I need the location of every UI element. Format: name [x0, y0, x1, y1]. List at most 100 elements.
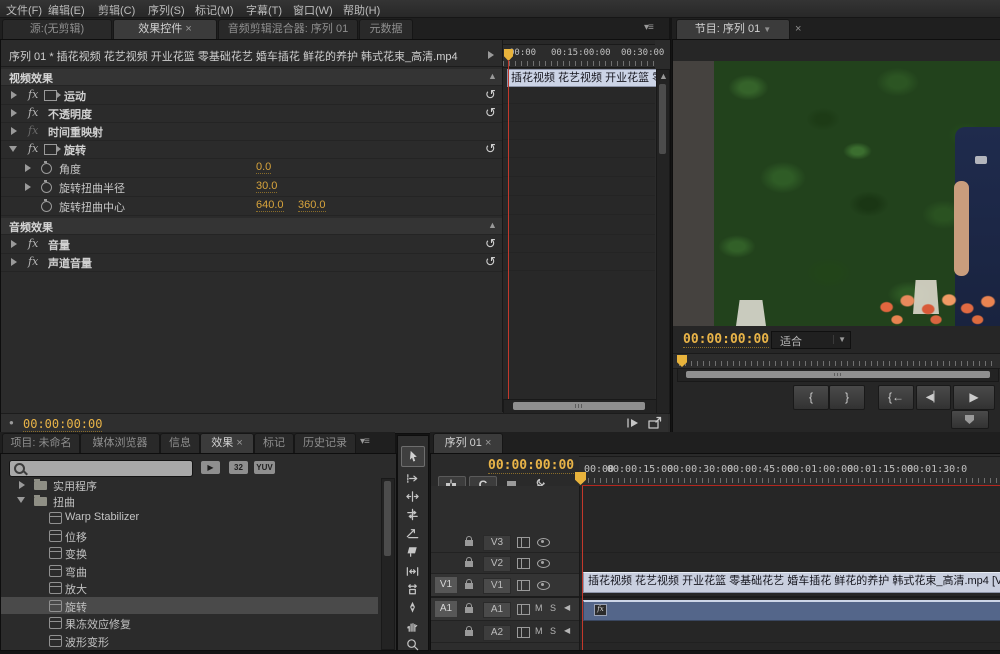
- tab-audio-mixer[interactable]: 音频剪辑混合器: 序列 01: [218, 19, 358, 39]
- tool-ripple-edit[interactable]: [401, 487, 423, 506]
- tab-media-browser[interactable]: 媒体浏览器: [80, 433, 160, 453]
- menu-edit[interactable]: 编辑(E): [48, 2, 85, 18]
- tool-hand[interactable]: [401, 617, 423, 636]
- toggle-animation-icon[interactable]: [41, 163, 52, 174]
- scroll-thumb[interactable]: [513, 402, 645, 410]
- yuv-effects-icon[interactable]: YUV: [254, 461, 275, 474]
- effect-row-motion[interactable]: fx 运动 ↺: [1, 86, 502, 105]
- reset-effect-icon[interactable]: ↺: [485, 142, 496, 155]
- source-patch-audio[interactable]: A1: [434, 600, 458, 618]
- menu-title[interactable]: 字幕(T): [246, 2, 282, 18]
- param-row-center[interactable]: 旋转扭曲中心 640.0 360.0: [1, 196, 502, 216]
- show-timeline-view-icon[interactable]: [488, 51, 494, 59]
- go-to-in-button[interactable]: {←: [878, 385, 914, 410]
- tab-source[interactable]: 源:(无剪辑): [2, 19, 112, 39]
- effect-item[interactable]: 变换: [1, 544, 378, 561]
- extract-button[interactable]: [951, 410, 989, 429]
- effect-row-opacity[interactable]: fx 不透明度 ↺: [1, 104, 502, 123]
- menu-clip[interactable]: 剪辑(C): [98, 2, 135, 18]
- scroll-up-icon[interactable]: ▲: [659, 71, 668, 81]
- radius-value[interactable]: 30.0: [256, 180, 277, 193]
- reset-effect-icon[interactable]: ↺: [485, 106, 496, 119]
- tab-info[interactable]: 信息: [160, 433, 200, 453]
- effect-row-volume[interactable]: fx 音量 ↺: [1, 235, 502, 254]
- tab-metadata[interactable]: 元数据: [359, 19, 413, 39]
- expand-icon[interactable]: [19, 481, 25, 489]
- close-icon[interactable]: ×: [795, 23, 801, 35]
- close-icon[interactable]: ×: [485, 437, 491, 449]
- center-y-value[interactable]: 360.0: [298, 199, 326, 212]
- program-timecode[interactable]: 00:00:00:00: [683, 332, 769, 348]
- 32bit-color-icon[interactable]: 32: [229, 461, 248, 474]
- track-header-a2[interactable]: A2 M S ◀: [431, 621, 579, 643]
- timeline-timecode[interactable]: 00:00:00:00: [488, 458, 574, 474]
- tool-track-select[interactable]: [401, 469, 423, 488]
- collapse-section-icon[interactable]: ▲: [488, 71, 497, 81]
- effect-item[interactable]: 波形变形: [1, 632, 378, 649]
- param-row-radius[interactable]: 旋转扭曲半径 30.0: [1, 177, 502, 197]
- menu-sequence[interactable]: 序列(S): [148, 2, 185, 18]
- track-header-v3[interactable]: V3: [431, 532, 579, 553]
- collapse-icon[interactable]: [17, 497, 25, 503]
- toggle-track-output-icon[interactable]: [537, 559, 550, 568]
- keyframe-prev-icon[interactable]: ◀: [564, 603, 570, 612]
- menu-help[interactable]: 帮助(H): [343, 2, 380, 18]
- reset-effect-icon[interactable]: ↺: [485, 237, 496, 250]
- set-display-style-icon[interactable]: [517, 537, 530, 548]
- tool-selection[interactable]: [401, 446, 425, 467]
- audio-effects-section[interactable]: 音频效果 ▲: [1, 218, 502, 235]
- zoom-level-select[interactable]: 适合 ▼: [771, 331, 851, 349]
- tool-slide[interactable]: [401, 580, 423, 599]
- mark-out-button[interactable]: }: [829, 385, 865, 410]
- timeline-ruler[interactable]: 00:00 00:00:15:00 00:00:30:00 00:00:45:0…: [579, 456, 1000, 488]
- tab-program[interactable]: 节目: 序列 01 ▼: [676, 19, 790, 39]
- folder-row-utility[interactable]: 实用程序: [1, 478, 378, 491]
- tool-slip[interactable]: [401, 562, 423, 581]
- solo-toggle[interactable]: S: [550, 626, 556, 636]
- lock-icon[interactable]: [465, 583, 473, 589]
- tool-pen[interactable]: [401, 598, 423, 617]
- expand-icon[interactable]: [25, 164, 31, 172]
- scroll-thumb[interactable]: [686, 371, 990, 378]
- video-effects-section[interactable]: 视频效果 ▲: [1, 69, 502, 86]
- track-header-a1[interactable]: A1 A1 M S ◀: [431, 598, 579, 621]
- lock-icon[interactable]: [465, 607, 473, 613]
- panel-menu-icon[interactable]: ▾≡: [644, 22, 653, 33]
- effect-row-twirl[interactable]: fx 旋转 ↺: [1, 140, 502, 159]
- toggle-track-output-icon[interactable]: [537, 581, 550, 590]
- effect-item-selected[interactable]: 旋转: [1, 597, 378, 614]
- effect-item[interactable]: 位移: [1, 527, 378, 544]
- param-row-angle[interactable]: 角度 0.0: [1, 158, 502, 178]
- lock-icon[interactable]: [465, 561, 473, 567]
- keyframe-prev-icon[interactable]: ◀: [564, 626, 570, 635]
- set-display-style-icon[interactable]: [517, 604, 530, 615]
- effect-row-time-remap[interactable]: fx 时间重映射: [1, 122, 502, 141]
- track-header-v2[interactable]: V2: [431, 553, 579, 574]
- set-display-style-icon[interactable]: [517, 627, 530, 638]
- reset-effect-icon[interactable]: ↺: [485, 88, 496, 101]
- expand-icon[interactable]: [11, 240, 17, 248]
- step-back-button[interactable]: ◀▏: [916, 385, 951, 410]
- ecp-mini-timeline[interactable]: 00:00 00:15:00:00 00:30:00 插花视频 花艺视频 开业花…: [503, 40, 655, 412]
- program-video-preview[interactable]: [714, 61, 1000, 326]
- tab-markers[interactable]: 标记: [254, 433, 294, 453]
- ecp-timecode[interactable]: 00:00:00:00: [23, 417, 102, 432]
- expand-icon[interactable]: [11, 109, 17, 117]
- mute-toggle[interactable]: M: [535, 626, 543, 636]
- collapse-section-icon[interactable]: ▲: [488, 220, 497, 230]
- effect-item[interactable]: 放大: [1, 579, 378, 596]
- tab-project[interactable]: 项目: 未命名: [2, 433, 80, 453]
- effects-vscrollbar[interactable]: [381, 478, 395, 650]
- tab-effect-controls[interactable]: 效果控件 ×: [113, 19, 217, 39]
- center-x-value[interactable]: 640.0: [256, 199, 284, 212]
- expand-icon[interactable]: [25, 183, 31, 191]
- effects-search-input[interactable]: [9, 460, 193, 477]
- reset-effect-icon[interactable]: ↺: [485, 255, 496, 268]
- timeline-tracks-area[interactable]: 插花视频 花艺视频 开业花篮 零基础花艺 婚车插花 鲜花的养护 韩式花束_高清.…: [580, 486, 1000, 650]
- video-clip[interactable]: 插花视频 花艺视频 开业花篮 零基础花艺 婚车插花 鲜花的养护 韩式花束_高清.…: [583, 572, 1000, 593]
- mute-toggle[interactable]: M: [535, 603, 543, 613]
- close-icon[interactable]: ×: [185, 23, 191, 35]
- panel-menu-icon[interactable]: ▾≡: [360, 436, 369, 447]
- tool-rate-stretch[interactable]: [401, 523, 423, 542]
- chevron-down-icon[interactable]: ▼: [763, 25, 771, 34]
